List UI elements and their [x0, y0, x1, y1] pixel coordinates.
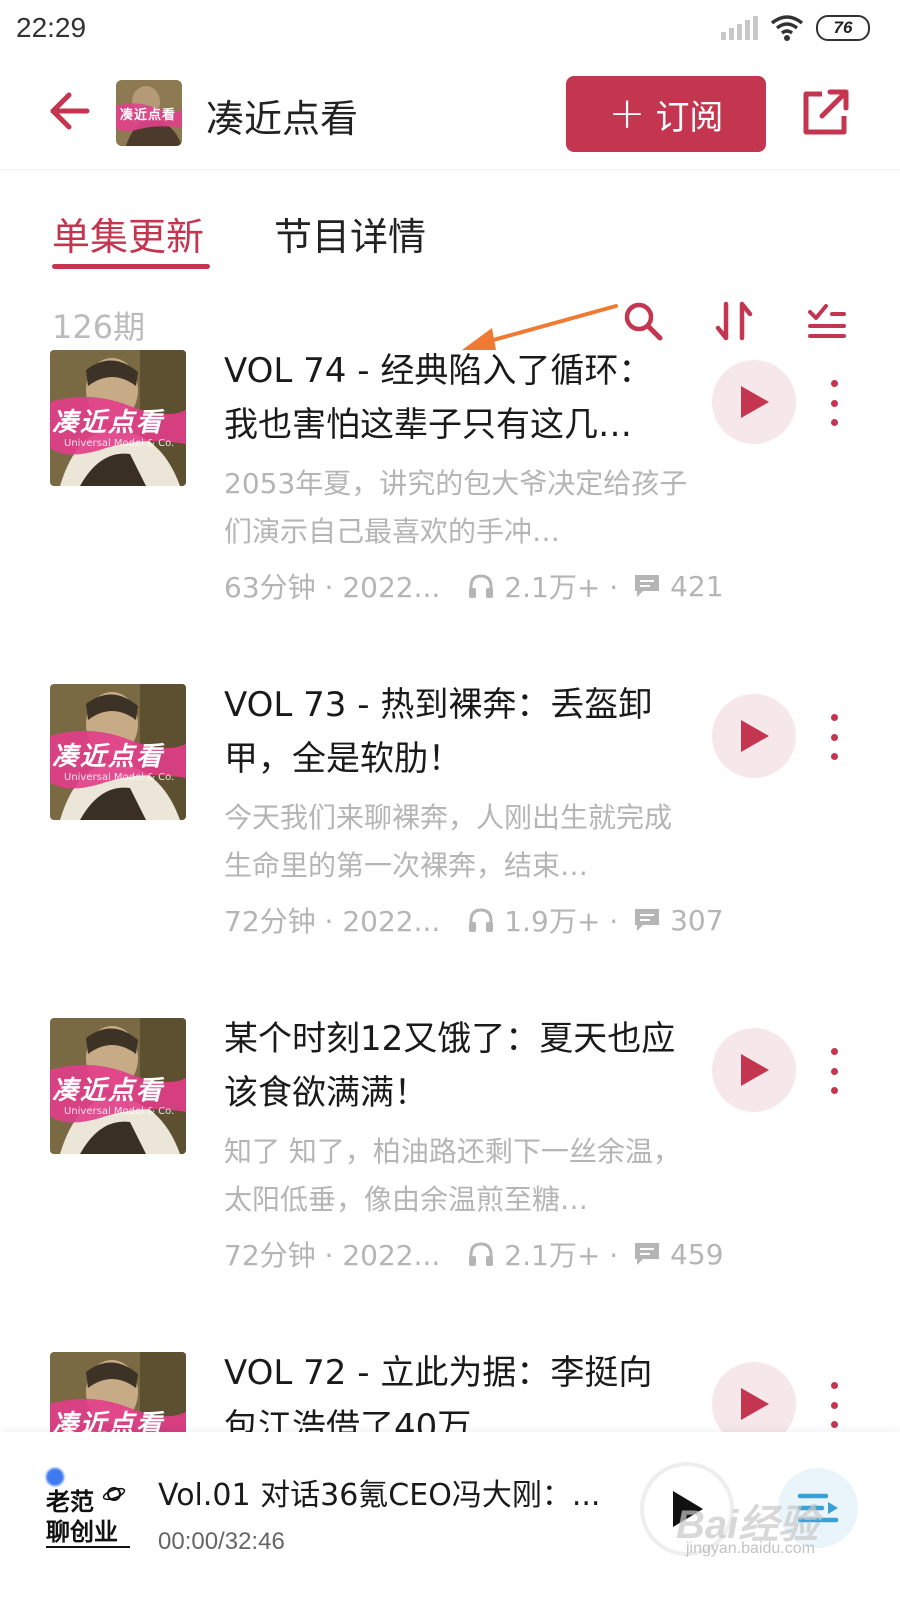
episode-title[interactable]: VOL 73 - 热到裸奔：丢盔卸甲，全是软肋！	[224, 678, 684, 786]
watermark-url: jingyan.baidu.com	[686, 1540, 815, 1557]
sort-icon[interactable]	[712, 298, 758, 344]
episode-plays: 2.1万+ ·	[504, 571, 619, 604]
episode-meta: 72分钟 · 2022... 2.1万+ · 459	[224, 1234, 724, 1274]
episode-meta: 72分钟 · 2022... 1.9万+ · 307	[224, 900, 724, 940]
play-button[interactable]	[712, 694, 796, 778]
episode-count: 126期	[52, 308, 146, 346]
cover-title-text: 凑近点看	[52, 742, 165, 772]
episode-duration-date: 72分钟 · 2022...	[224, 1239, 441, 1272]
episode-cover: 凑近点看 Universal Model & Co.	[50, 1018, 186, 1154]
cover-subtitle-text: Universal Model & Co.	[64, 438, 175, 449]
tab-episodes[interactable]: 单集更新	[52, 206, 204, 261]
episode-title[interactable]: VOL 74 - 经典陷入了循环：我也害怕这辈子只有这几…	[224, 344, 684, 452]
batch-select-icon[interactable]	[804, 298, 850, 344]
play-button[interactable]	[712, 1362, 796, 1432]
episode-description: 2053年夏，讲究的包大爷决定给孩子们演示自己最喜欢的手冲…	[224, 467, 688, 548]
back-arrow-icon	[50, 92, 90, 130]
search-icon[interactable]	[620, 298, 666, 344]
episode-item[interactable]: 凑近点看 VOL 72 - 立此为据：李挺向包江浩借了40万	[0, 1346, 900, 1432]
back-button[interactable]	[44, 86, 94, 136]
episode-title[interactable]: VOL 72 - 立此为据：李挺向包江浩借了40万	[224, 1346, 684, 1432]
episode-description: 知了 知了，柏油路还剩下一丝余温，太阳低垂，像由余温煎至糖…	[224, 1135, 681, 1216]
cover-subtitle-text: Universal Model & Co.	[64, 1106, 175, 1117]
comment-icon	[635, 575, 660, 597]
headphones-icon	[469, 1242, 494, 1266]
more-options-button[interactable]	[826, 380, 842, 426]
episode-cover: 凑近点看 Universal Model & Co.	[50, 350, 186, 486]
plus-icon: +	[608, 88, 646, 139]
cover-subtitle-text: Universal Model & Co.	[64, 772, 175, 783]
comment-icon	[635, 1243, 660, 1265]
episode-comments: 459	[670, 1237, 724, 1271]
episode-comments: 421	[670, 569, 724, 603]
subscribe-label: 订阅	[655, 97, 724, 138]
list-toolbar: 126期	[0, 290, 900, 350]
tab-details[interactable]: 节目详情	[274, 206, 426, 261]
episode-meta: 63分钟 · 2022... 2.1万+ · 421	[224, 566, 724, 606]
headphones-icon	[469, 574, 494, 598]
episode-item[interactable]: 凑近点看 Universal Model & Co. VOL 74 - 经典陷入…	[0, 344, 900, 678]
app-header: 凑近点看 凑近点看 + 订阅	[0, 62, 900, 170]
comment-icon	[635, 909, 660, 931]
cover-title-text: 凑近点看	[52, 408, 165, 438]
signal-icon	[721, 16, 758, 40]
active-tab-indicator	[52, 264, 210, 269]
episode-cover: 凑近点看	[50, 1352, 186, 1432]
now-playing-title[interactable]: Vol.01 对话36氪CEO冯大刚：...	[158, 1470, 598, 1514]
podcast-title: 凑近点看	[206, 97, 359, 141]
episode-plays: 2.1万+ ·	[504, 1239, 619, 1272]
logo-underline	[46, 1546, 130, 1548]
episode-item[interactable]: 凑近点看 Universal Model & Co. 某个时刻12又饿了：夏天也…	[0, 1012, 900, 1346]
episode-description: 今天我们来聊裸奔，人刚出生就完成生命里的第一次裸奔，结束…	[224, 801, 673, 882]
cover-title-text: 凑近点看	[120, 108, 177, 123]
tab-bar: 单集更新 节目详情	[0, 170, 900, 280]
battery-indicator: 76	[816, 15, 870, 41]
episode-item[interactable]: 凑近点看 Universal Model & Co. VOL 73 - 热到裸奔…	[0, 678, 900, 1012]
more-options-button[interactable]	[826, 1382, 842, 1428]
cover-title-text: 凑近点看	[52, 1076, 165, 1106]
status-icons: 76	[721, 14, 870, 42]
subscribe-button[interactable]: + 订阅	[566, 76, 766, 152]
cover-title-text: 凑近点看	[52, 1410, 165, 1432]
play-button[interactable]	[712, 360, 796, 444]
episode-comments: 307	[670, 903, 724, 937]
episode-duration-date: 63分钟 · 2022...	[224, 571, 441, 604]
wifi-icon	[770, 15, 804, 41]
episode-cover: 凑近点看 Universal Model & Co.	[50, 684, 186, 820]
status-bar: 22:29 76	[0, 0, 900, 62]
headphones-icon	[469, 908, 494, 932]
share-button[interactable]	[800, 86, 852, 138]
play-icon	[741, 1388, 769, 1420]
play-icon	[741, 1054, 769, 1086]
logo-text-line2: 聊创业	[46, 1518, 118, 1546]
podcast-cover: 凑近点看	[116, 80, 182, 146]
episode-duration-date: 72分钟 · 2022...	[224, 905, 441, 938]
more-options-button[interactable]	[826, 714, 842, 760]
more-options-button[interactable]	[826, 1048, 842, 1094]
episode-plays: 1.9万+ ·	[504, 905, 619, 938]
planet-icon	[102, 1487, 126, 1501]
status-time: 22:29	[16, 12, 87, 43]
play-icon	[741, 720, 769, 752]
episode-title[interactable]: 某个时刻12又饿了：夏天也应该食欲满满！	[224, 1012, 684, 1120]
now-playing-time: 00:00/32:46	[158, 1528, 285, 1555]
now-playing-cover: 老范 聊创业	[40, 1462, 136, 1558]
share-icon	[803, 89, 849, 135]
play-icon	[741, 386, 769, 418]
play-button[interactable]	[712, 1028, 796, 1112]
